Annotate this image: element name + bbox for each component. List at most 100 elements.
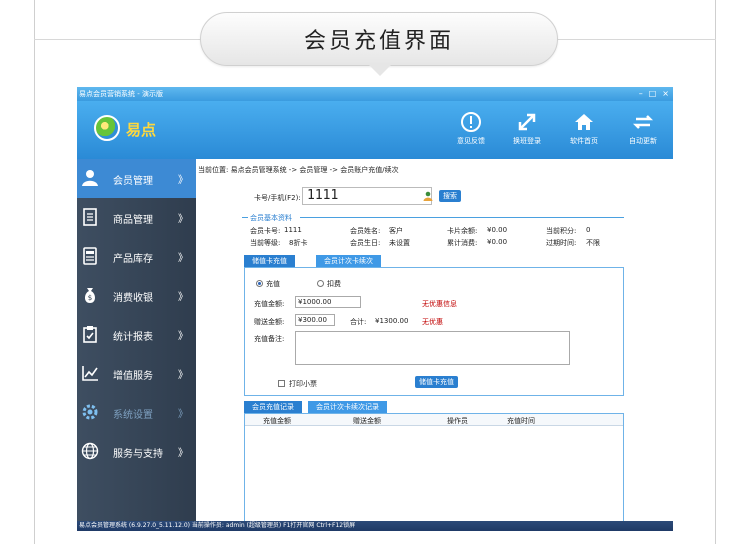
document-icon — [83, 208, 97, 226]
chevron-right-icon: 》 — [178, 331, 188, 342]
info-icon — [461, 112, 481, 132]
gift-label: 赠送金额: — [254, 318, 285, 326]
home-label: 软件首页 — [570, 137, 598, 145]
refresh-icon — [632, 115, 654, 129]
sidebar-item-cashier[interactable]: $ 消费收银 》 — [77, 276, 196, 315]
auto-update-button[interactable]: 自动更新 — [615, 111, 671, 146]
person-lookup-icon[interactable] — [423, 191, 433, 201]
deduct-radio[interactable] — [317, 280, 324, 287]
sidebar-item-label: 统计报表 — [113, 332, 153, 343]
chevron-right-icon: 》 — [178, 292, 188, 303]
column-gift-amount[interactable]: 赠送金额 — [353, 416, 381, 426]
column-recharge-time[interactable]: 充值时间 — [507, 416, 535, 426]
member-info-title: 会员基本资料 — [250, 214, 292, 222]
tab-renew-records[interactable]: 会员计次卡续次记录 — [308, 401, 387, 413]
sidebar-item-label: 消费收银 — [113, 293, 153, 304]
logo-icon — [94, 115, 120, 141]
amount-input[interactable]: ¥1000.00 — [295, 296, 361, 308]
chevron-right-icon: 》 — [178, 448, 188, 459]
card-balance-label: 卡片余额: — [447, 227, 478, 235]
member-name-label: 会员姓名: — [350, 227, 381, 235]
home-icon — [575, 114, 593, 130]
sidebar-item-products[interactable]: 商品管理 》 — [77, 198, 196, 237]
tab-recharge-records[interactable]: 会员充值记录 — [244, 401, 302, 413]
sidebar: 会员管理 》 商品管理 》 产品库存 》 $ 消费收银 》 统计报表 》 增值服… — [77, 159, 196, 521]
level-label: 当前等级: — [250, 239, 281, 247]
home-button[interactable]: 软件首页 — [556, 111, 612, 146]
deduct-option-label: 扣费 — [327, 280, 341, 288]
records-table: 充值金额 赠送金额 操作员 充值时间 — [244, 413, 624, 521]
member-icon — [82, 170, 98, 186]
sidebar-item-label: 系统设置 — [113, 410, 153, 421]
amount-label: 充值金额: — [254, 300, 285, 308]
card-balance-value: ¥0.00 — [487, 226, 508, 234]
print-receipt-checkbox[interactable] — [278, 380, 285, 387]
birthday-value: 未设置 — [389, 239, 410, 247]
points-label: 当前积分: — [546, 227, 577, 235]
level-value: 8折卡 — [289, 239, 308, 247]
total-value: ¥1300.00 — [375, 317, 409, 325]
sidebar-item-settings[interactable]: 系统设置 》 — [77, 393, 196, 432]
money-bag-icon: $ — [85, 288, 95, 303]
maximize-button[interactable]: □ — [649, 87, 657, 100]
column-recharge-amount[interactable]: 充值金额 — [263, 416, 291, 426]
sidebar-item-label: 产品库存 — [113, 254, 153, 265]
banner-pointer — [368, 64, 392, 76]
breadcrumb: 当前位置: 易点会员管理系统 -> 会员管理 -> 会员账户充值/续次 — [198, 166, 399, 174]
globe-icon — [81, 442, 99, 460]
search-button[interactable]: 搜索 — [439, 190, 461, 202]
tab-count-card-renew[interactable]: 会员计次卡续次 — [316, 255, 381, 267]
feedback-button[interactable]: 意见反馈 — [443, 111, 499, 146]
sidebar-item-reports[interactable]: 统计报表 》 — [77, 315, 196, 354]
sidebar-item-label: 服务与支持 — [113, 449, 163, 460]
main-content: 当前位置: 易点会员管理系统 -> 会员管理 -> 会员账户充值/续次 卡号/手… — [196, 159, 673, 521]
header-bar: 易点 意见反馈 换班登录 软件首页 自动更新 — [77, 101, 673, 159]
total-label: 合计: — [350, 318, 367, 326]
minimize-button[interactable]: – — [639, 87, 643, 100]
close-button[interactable]: × — [662, 87, 669, 100]
card-search-label: 卡号/手机(F2): — [254, 194, 301, 202]
sidebar-item-member[interactable]: 会员管理 》 — [77, 159, 196, 198]
window-title: 易点会员营销系统 - 演示版 — [79, 90, 163, 98]
app-window: 易点会员营销系统 - 演示版 – □ × 易点 意见反馈 换班登录 软件首页 自… — [77, 87, 673, 531]
stored-value-recharge-button[interactable]: 储值卡充值 — [415, 376, 458, 388]
swap-arrows-icon — [518, 113, 536, 131]
inventory-icon — [83, 247, 97, 265]
points-value: 0 — [586, 226, 591, 234]
window-controls: – □ × — [639, 87, 669, 100]
auto-update-label: 自动更新 — [629, 137, 657, 145]
switch-login-button[interactable]: 换班登录 — [499, 111, 555, 146]
total-spent-label: 累计消费: — [447, 239, 478, 247]
remark-textarea[interactable] — [295, 331, 570, 365]
sidebar-item-label: 会员管理 — [113, 176, 153, 187]
chevron-right-icon: 》 — [178, 409, 188, 420]
gift-discount-note: 无优惠 — [422, 318, 443, 326]
chevron-right-icon: 》 — [178, 370, 188, 381]
recharge-panel: 充值 扣费 充值金额: ¥1000.00 无优惠信息 赠送金额: ¥300.00… — [244, 267, 624, 396]
card-no-value: 1111 — [284, 226, 302, 234]
gift-input[interactable]: ¥300.00 — [295, 314, 335, 326]
sidebar-item-support[interactable]: 服务与支持 》 — [77, 432, 196, 471]
chevron-right-icon: 》 — [178, 175, 188, 186]
svg-text:$: $ — [88, 294, 92, 302]
total-spent-value: ¥0.00 — [487, 238, 508, 246]
section-divider — [242, 217, 248, 218]
clipboard-icon — [83, 326, 97, 343]
records-table-header: 充值金额 赠送金额 操作员 充值时间 — [245, 414, 623, 426]
amount-discount-note: 无优惠信息 — [422, 300, 457, 308]
gear-icon — [82, 404, 98, 420]
card-search-input[interactable]: 1111 — [302, 187, 432, 205]
switch-login-label: 换班登录 — [513, 137, 541, 145]
feedback-label: 意见反馈 — [457, 137, 485, 145]
sidebar-item-inventory[interactable]: 产品库存 》 — [77, 237, 196, 276]
tab-stored-value-recharge[interactable]: 储值卡充值 — [244, 255, 295, 267]
birthday-label: 会员生日: — [350, 239, 381, 247]
section-divider — [300, 217, 624, 218]
status-bar: 易点会员管理系统 (6.9.27.0_5.11.12.0) 当前操作员: adm… — [77, 521, 673, 531]
recharge-radio[interactable] — [256, 280, 263, 287]
column-operator[interactable]: 操作员 — [447, 416, 468, 426]
chevron-right-icon: 》 — [178, 214, 188, 225]
banner-title: 会员充值界面 — [200, 12, 558, 66]
sidebar-item-value-added[interactable]: 增值服务 》 — [77, 354, 196, 393]
print-receipt-label: 打印小票 — [289, 380, 317, 388]
